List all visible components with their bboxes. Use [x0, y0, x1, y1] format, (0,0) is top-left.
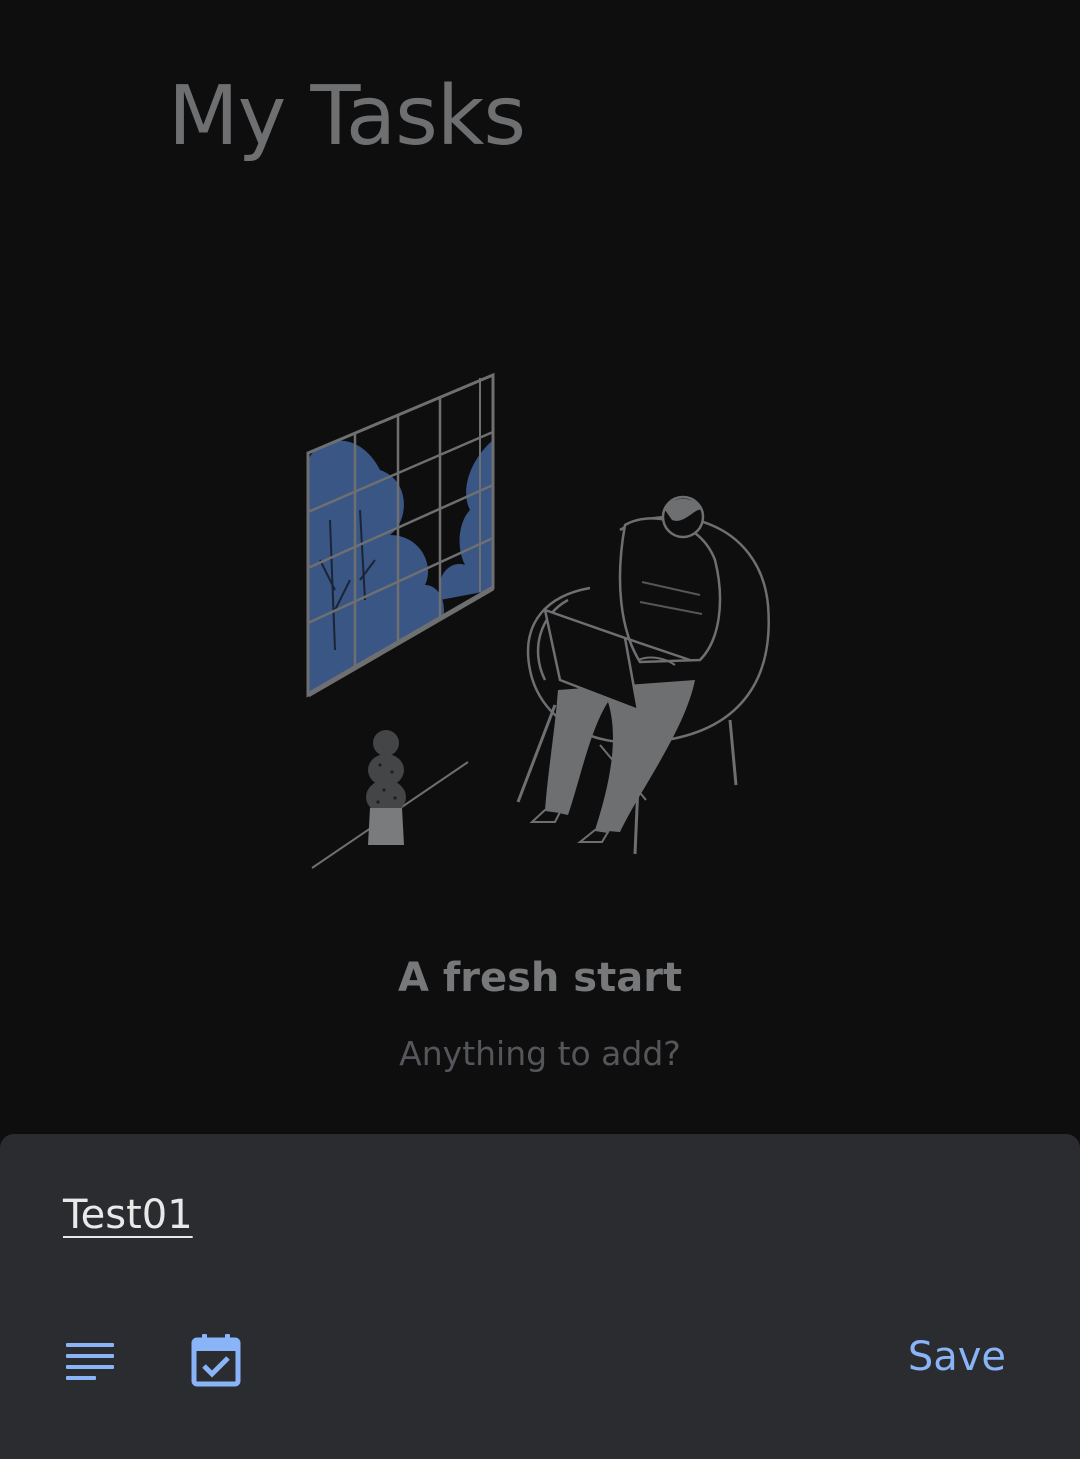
empty-state-subtitle: Anything to add?	[399, 1034, 681, 1073]
calendar-check-icon	[191, 1334, 241, 1387]
person-reading-by-window-illustration	[290, 360, 790, 880]
new-task-sheet: Test01 Save	[0, 1134, 1080, 1459]
task-title-input[interactable]: Test01	[63, 1192, 193, 1238]
notes-lines-icon	[66, 1343, 114, 1380]
screen: My Tasks A fresh start Anything to add? …	[0, 0, 1080, 1459]
page-title: My Tasks	[168, 69, 526, 164]
empty-state-title: A fresh start	[397, 955, 683, 1001]
save-button[interactable]: Save	[908, 1334, 1006, 1380]
add-date-button[interactable]	[186, 1330, 246, 1390]
add-details-button[interactable]	[60, 1330, 120, 1390]
